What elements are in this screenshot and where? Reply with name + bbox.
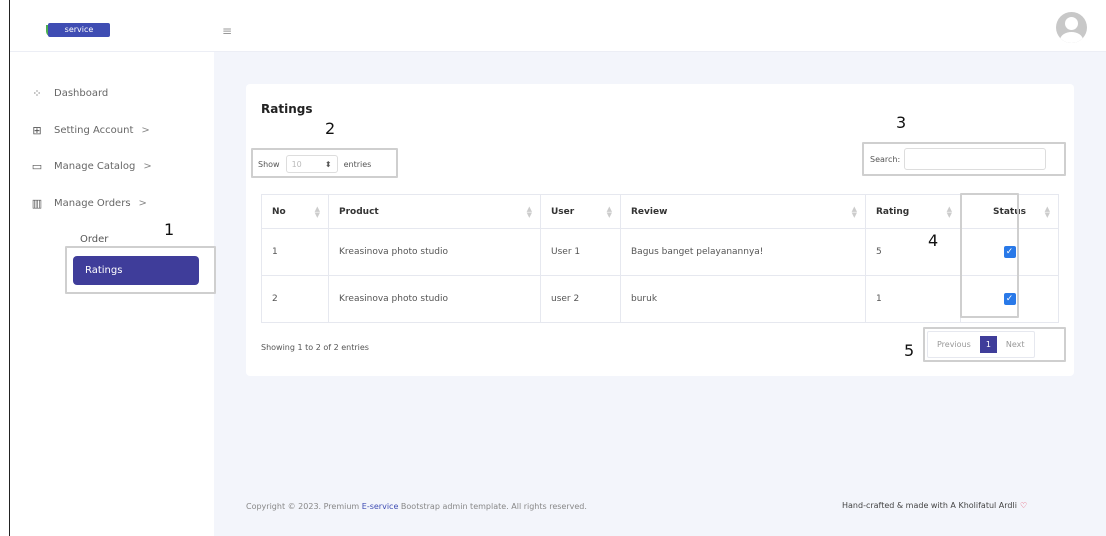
avatar-body <box>1060 32 1083 43</box>
heart-icon: ♡ <box>1019 501 1028 510</box>
credit-text: Hand-crafted & made with A Kholifatul Ar… <box>842 501 1017 510</box>
annotation-number-3: 3 <box>896 113 907 132</box>
sidebar-item-label: Setting Account <box>54 124 134 136</box>
table-info: Showing 1 to 2 of 2 entries <box>261 343 369 352</box>
sidebar-item-dashboard[interactable]: ⁘ Dashboard <box>30 84 108 102</box>
annotation-number-5: 5 <box>904 341 915 360</box>
cell-rating: 5 <box>865 228 961 276</box>
cell-product: Kreasinova photo studio <box>328 228 541 276</box>
ratings-table: No ▲ ▼ Product ▲ ▼ User ▲ ▼ Review ▲ ▼ Rating ▲ ▼ … <box>261 194 1059 323</box>
table-row: 1 Kreasinova photo studio User 1 Bagus b… <box>261 228 1059 276</box>
avatar-head <box>1065 17 1078 30</box>
chevron-right-icon: > <box>138 197 147 209</box>
annotation-box-4 <box>960 193 1019 318</box>
layout-icon: ⊞ <box>32 123 42 137</box>
annotation-box-1 <box>65 246 216 294</box>
annotation-box-2 <box>251 148 398 178</box>
cell-review: Bagus banget pelayanannya! <box>620 228 866 276</box>
chevron-right-icon: > <box>143 160 152 172</box>
sort-icon: ▲ ▼ <box>606 205 612 219</box>
cell-no: 2 <box>261 275 329 323</box>
copyright-prefix: Copyright © 2023. Premium <box>246 502 362 511</box>
page-title: Ratings <box>261 102 313 116</box>
sidebar-item-label: Dashboard <box>54 87 109 99</box>
column-header-no[interactable]: No ▲ ▼ <box>261 194 329 229</box>
chevron-right-icon: > <box>141 124 150 136</box>
cell-product: Kreasinova photo studio <box>328 275 541 323</box>
footer-copyright: Copyright © 2023. Premium E-service Boot… <box>246 502 587 511</box>
annotation-number-1: 1 <box>164 220 175 239</box>
copyright-suffix: Bootstrap admin template. All rights res… <box>398 502 587 511</box>
cell-rating: 1 <box>865 275 961 323</box>
column-header-product[interactable]: Product ▲ ▼ <box>328 194 541 229</box>
sidebar-item-manage-catalog[interactable]: ▭ Manage Catalog > <box>30 157 152 175</box>
columns-icon: ▥ <box>31 196 43 210</box>
table-row: 2 Kreasinova photo studio user 2 buruk 1… <box>261 275 1059 323</box>
cell-no: 1 <box>261 228 329 276</box>
sidebar-subitem-order[interactable]: Order <box>80 234 108 245</box>
column-header-rating[interactable]: Rating ▲ ▼ <box>865 194 961 229</box>
top-navbar <box>10 0 1106 52</box>
cell-review: buruk <box>620 275 866 323</box>
table-header-row: No ▲ ▼ Product ▲ ▼ User ▲ ▼ Review ▲ ▼ Rating ▲ ▼ … <box>261 194 1059 229</box>
sidebar-item-setting-account[interactable]: ⊞ Setting Account > <box>30 121 150 139</box>
folder-icon: ▭ <box>31 159 43 173</box>
annotation-number-2: 2 <box>325 119 336 138</box>
logo[interactable]: service <box>48 23 110 37</box>
annotation-box-5 <box>923 327 1066 362</box>
annotation-number-4: 4 <box>928 231 939 250</box>
column-header-review[interactable]: Review ▲ ▼ <box>620 194 866 229</box>
sidebar-item-label: Manage Orders <box>54 197 131 209</box>
sidebar-item-label: Manage Catalog <box>54 160 136 172</box>
cell-user: user 2 <box>540 275 621 323</box>
user-avatar-icon[interactable] <box>1056 12 1087 43</box>
sidebar-item-manage-orders[interactable]: ▥ Manage Orders > <box>30 194 147 212</box>
column-header-user[interactable]: User ▲ ▼ <box>540 194 621 229</box>
sort-icon: ▲ ▼ <box>526 205 532 219</box>
sort-icon: ▲ ▼ <box>851 205 857 219</box>
sort-icon: ▲ ▼ <box>946 205 952 219</box>
annotation-box-3 <box>862 142 1066 176</box>
sort-icon: ▲ ▼ <box>314 205 320 219</box>
grid-icon: ⁘ <box>32 86 42 100</box>
footer-credit: Hand-crafted & made with A Kholifatul Ar… <box>842 501 1027 510</box>
sort-icon: ▲ ▼ <box>1044 205 1050 219</box>
footer-brand-link[interactable]: E-service <box>362 502 399 511</box>
cell-user: User 1 <box>540 228 621 276</box>
hamburger-icon[interactable]: ≡ <box>222 25 234 37</box>
